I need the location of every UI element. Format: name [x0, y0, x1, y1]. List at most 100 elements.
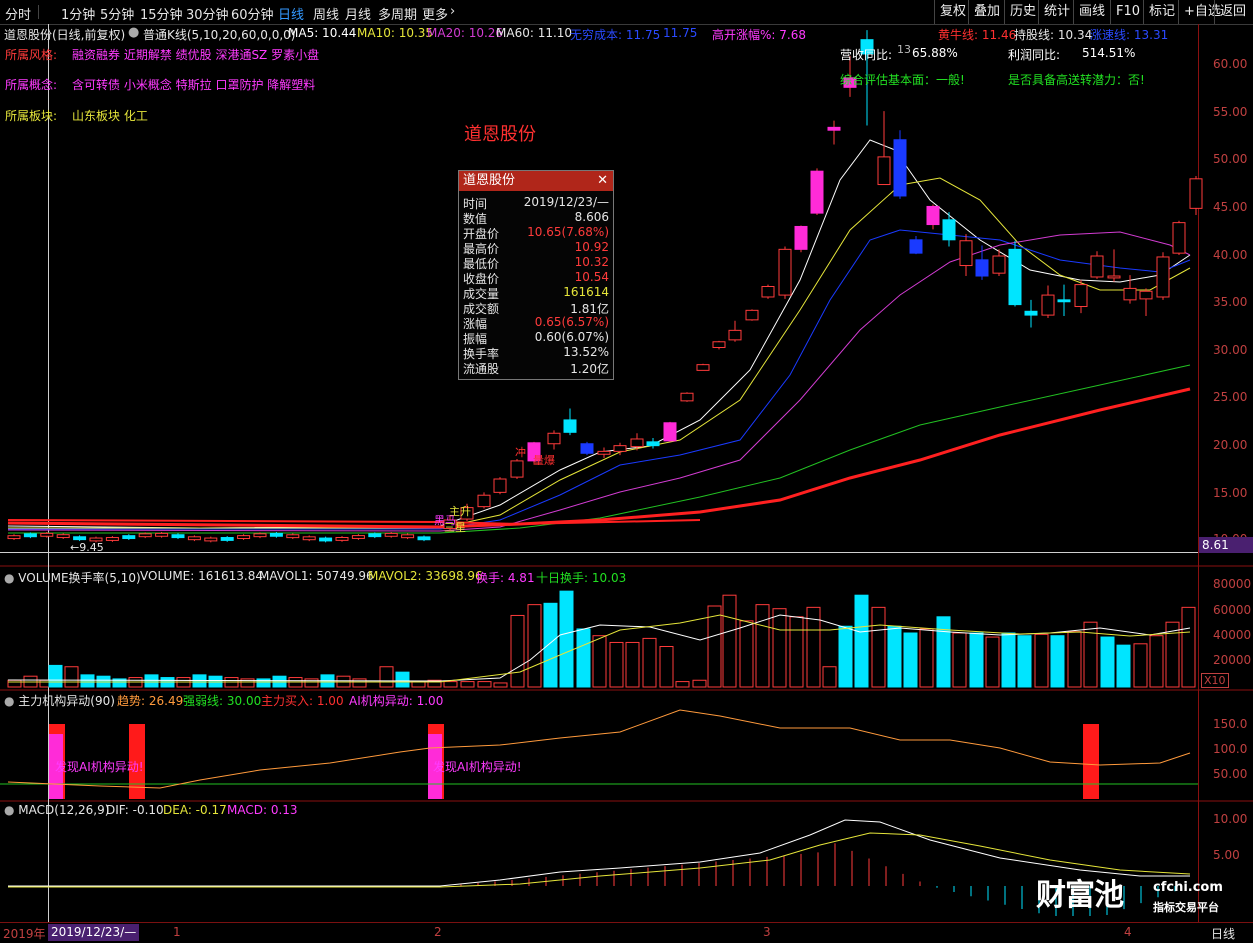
tooltip-row: 振幅 0.60(6.07%): [459, 330, 613, 346]
candle-body: [1024, 310, 1038, 316]
volume-bar: [493, 682, 508, 688]
tooltip-row: 流通股 1.20亿: [459, 360, 613, 376]
volume-bar: [510, 614, 525, 688]
tooltip-row: 成交额 1.81亿: [459, 300, 613, 316]
candle-body: [909, 239, 923, 254]
candle-body: [56, 534, 70, 539]
tooltip-row-value: 2019/12/23/—: [523, 195, 609, 209]
settings-circle-icon[interactable]: ●: [4, 803, 18, 817]
tooltip-row-value: 10.32: [574, 255, 609, 269]
volume-bar: [854, 594, 869, 688]
inst-weak: 强弱线: 30.00: [183, 694, 262, 708]
volume-bar: [1181, 606, 1196, 688]
stock-title: 道恩股份(日线,前复权): [4, 28, 126, 42]
ma250-line: [7, 387, 1191, 529]
candle-body: [547, 432, 561, 445]
candle-body: [563, 419, 577, 433]
stock-name-watermark: 道恩股份: [464, 124, 536, 145]
volume-bar: [1133, 643, 1148, 688]
tooltip-header: 道恩股份 ✕: [459, 171, 613, 191]
volume-bar: [722, 594, 737, 688]
candle-body: [187, 536, 201, 541]
year-label: 2019年: [3, 927, 46, 941]
bull-line-label: 黄牛线: 11.46: [938, 28, 1017, 42]
data-tooltip: 道恩股份 ✕ 时间 2019/12/23/— 数值 8.606 开盘价 10.65(7.6…: [458, 170, 614, 380]
close-icon[interactable]: ✕: [597, 171, 608, 191]
volume-bar: [80, 674, 95, 688]
kline-type[interactable]: 普通K线(5,10,20,60,0,0,0): [143, 26, 295, 43]
price-tick: 45.00: [1213, 200, 1248, 214]
volume-tick: 20000: [1213, 653, 1252, 667]
candle-body: [877, 156, 891, 186]
candle-body: [696, 364, 710, 371]
volume-bar: [576, 628, 591, 688]
volume-bar: [871, 606, 886, 688]
candle-body: [778, 248, 792, 296]
candle-body: [73, 536, 87, 541]
candle-body: [138, 533, 152, 538]
turnover10-value: 十日换手: 10.03: [536, 571, 627, 585]
price-tick: 25.00: [1213, 390, 1248, 404]
ma60-label: MA60: 11.10: [496, 26, 573, 40]
brand-site: cfchi.com: [1153, 880, 1223, 895]
macd-tick: 10.00: [1213, 812, 1248, 826]
volume-bar: [969, 632, 984, 688]
revenue-value: 65.88%: [912, 46, 958, 60]
period-label[interactable]: 日线: [1211, 925, 1235, 942]
volume-bar: [1067, 631, 1082, 688]
inst-ai: AI机构异动: 1.00: [349, 694, 444, 708]
kline-chart[interactable]: [0, 0, 1253, 942]
signal-three-star: 三星: [444, 521, 466, 534]
price-tick: 60.00: [1213, 57, 1248, 71]
tooltip-row: 开盘价 10.65(7.68%): [459, 225, 613, 241]
tooltip-title: 道恩股份: [463, 173, 516, 188]
sector-label: 所属板块:: [5, 109, 58, 123]
volume-bar: [395, 671, 410, 688]
macd-panel-title: ● MACD(12,26,9): [4, 803, 110, 817]
ma20-label: MA20: 10.26: [427, 26, 504, 40]
tooltip-row-value: 161614: [563, 285, 609, 299]
candle-body: [663, 422, 677, 442]
month-label: 3: [763, 925, 771, 939]
volume-bar: [304, 678, 319, 688]
candle-body: [155, 532, 169, 537]
volume-bar: [543, 602, 558, 688]
settings-circle-icon[interactable]: ●: [4, 694, 18, 708]
ai-alert-2: 发现AI机构异动!: [433, 760, 522, 774]
volume-bar: [460, 681, 475, 688]
candle-body: [1123, 287, 1137, 301]
candle-body: [926, 205, 940, 226]
volume-bar: [559, 590, 574, 688]
candle-body: [417, 536, 431, 541]
macd-dif: DIF: -0.10: [106, 803, 164, 817]
volume-bar: [903, 632, 918, 688]
inst-trend-line: [7, 709, 1191, 789]
candle-body: [122, 535, 136, 540]
candle-body: [728, 329, 742, 341]
volume-bar: [1001, 632, 1016, 688]
volume-bar: [675, 681, 690, 688]
macd-value: MACD: 0.13: [227, 803, 298, 817]
sector-value: 山东板块 化工: [72, 109, 148, 123]
tooltip-row-value: 0.60(6.07%): [534, 330, 609, 344]
candle-body: [171, 534, 185, 539]
tooltip-row: 时间 2019/12/23/—: [459, 195, 613, 211]
volume-panel-title: ● VOLUME换手率(5,10): [4, 571, 141, 585]
settings-circle-icon[interactable]: ●: [4, 571, 18, 585]
volume-bar: [659, 646, 674, 688]
inst-tick: 50.00: [1213, 767, 1248, 781]
volume-tick: 40000: [1213, 628, 1252, 642]
settings-circle-icon[interactable]: ●: [128, 25, 139, 40]
candle-body: [1008, 248, 1022, 306]
volume-bar: [625, 641, 640, 688]
brand-logo: 财富池: [1036, 878, 1124, 913]
candle-body: [319, 537, 333, 542]
candle-body: [975, 259, 989, 277]
price-tick: 55.00: [1213, 105, 1248, 119]
price-tick: 35.00: [1213, 295, 1248, 309]
candle-body: [220, 537, 234, 541]
volume-axis: 80000 60000 40000 20000 X10: [1199, 566, 1253, 690]
low-price-marker: ←9.45: [70, 541, 104, 554]
candle-body: [384, 532, 398, 537]
tooltip-row-value: 13.52%: [563, 345, 609, 359]
